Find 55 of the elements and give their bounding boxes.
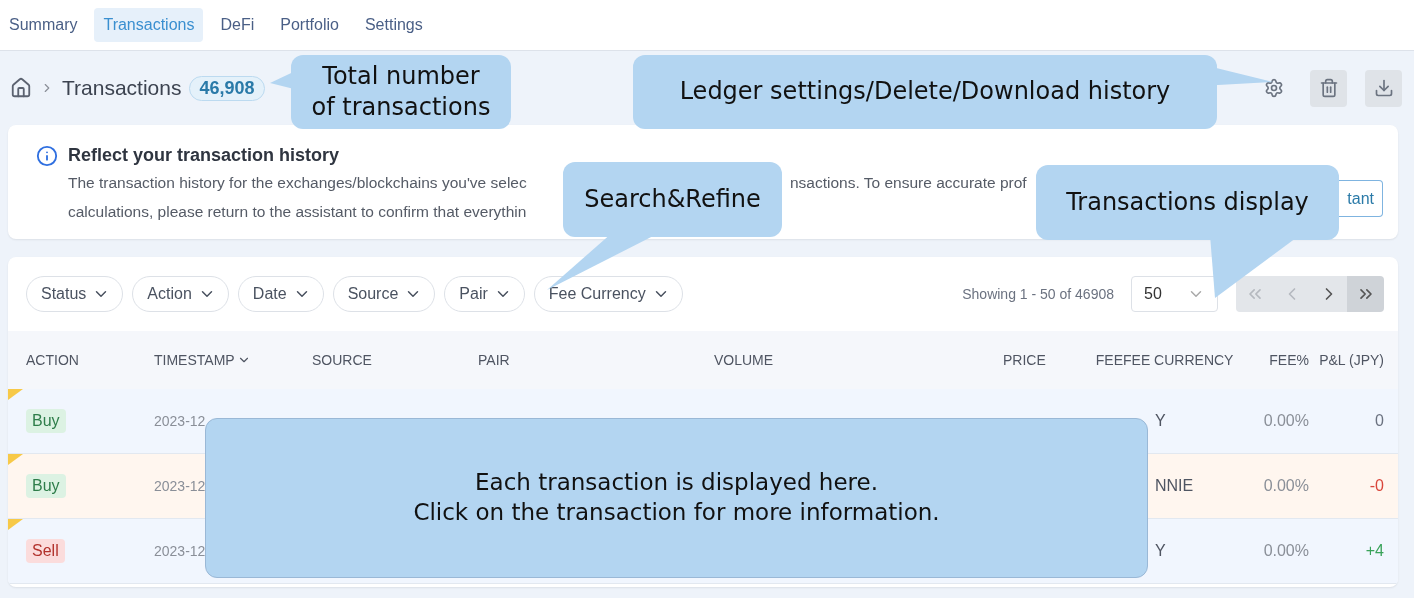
nav-tab[interactable]: Summary <box>0 8 87 42</box>
column-header: P&L (JPY) <box>1318 352 1384 368</box>
callout-tooltip: Total number of transactions <box>291 55 511 129</box>
table-cell: 0 <box>1375 412 1384 430</box>
notice-text: nsactions. To ensure accurate prof <box>790 173 1027 193</box>
table-cell: 0.00% <box>1263 412 1309 430</box>
assistant-button[interactable]: tant <box>1339 180 1383 217</box>
filter-chip[interactable]: Status <box>26 276 124 312</box>
table-cell: 2023-12 <box>154 413 206 429</box>
page-title: Transactions <box>62 76 182 100</box>
table-cell: 0.00% <box>1263 477 1309 495</box>
filter-chip[interactable]: Date <box>237 276 324 312</box>
column-header: FEE <box>1094 352 1123 368</box>
filter-chip[interactable]: Action <box>132 276 229 312</box>
column-header: SOURCE <box>312 352 373 368</box>
table-cell: -0 <box>1369 477 1384 495</box>
action-tag: Buy <box>26 409 66 433</box>
delete-button[interactable] <box>1310 69 1347 107</box>
home-icon[interactable] <box>10 77 32 99</box>
table-cell: 2023-12 <box>154 478 206 494</box>
callout-tooltip: Ledger settings/Delete/Download history <box>633 55 1217 129</box>
nav-tab[interactable]: DeFi <box>211 8 264 42</box>
column-header: VOLUME <box>714 352 775 368</box>
page-size-select[interactable]: 50 <box>1131 276 1218 312</box>
nav-tab[interactable]: Settings <box>355 8 432 42</box>
notice-title: Reflect your transaction history <box>68 145 341 166</box>
column-header: ACTION <box>26 352 80 368</box>
nav-tab[interactable]: Portfolio <box>271 8 348 42</box>
column-header[interactable]: TIMESTAMP <box>154 352 312 368</box>
download-button[interactable] <box>1365 69 1402 107</box>
trash-icon <box>1318 78 1339 98</box>
column-header: PRICE <box>1002 352 1047 368</box>
count-badge: 46,908 <box>189 75 265 101</box>
table-cell: +4 <box>1365 542 1384 560</box>
settings-icon <box>1263 78 1284 98</box>
info-icon <box>36 145 58 167</box>
action-tag: Sell <box>26 539 65 563</box>
download-icon <box>1373 78 1394 98</box>
notice-text: calculations, please return to the assistant to confirm that everythin <box>68 202 527 222</box>
filter-chip[interactable]: Pair <box>444 276 525 312</box>
notice-text: The transaction history for the exchanges/blockchains you've selec <box>68 174 527 191</box>
table-cell: 0.00% <box>1263 542 1309 560</box>
filter-chip[interactable]: Fee Currency <box>533 276 683 312</box>
callout-tooltip: Each transaction is displayed here. Click on the transaction for more information. <box>205 418 1148 578</box>
table-cell: 2023-12 <box>154 543 206 559</box>
table-cell-text: Y <box>1154 542 1166 560</box>
table-cell-text: Y <box>1154 412 1166 430</box>
action-tag: Buy <box>26 474 66 498</box>
column-header: FEE% <box>1268 352 1309 368</box>
column-header: PAIR <box>478 352 511 368</box>
column-header: FEE CURRENCY <box>1123 352 1235 368</box>
table-cell-text: NNIE <box>1154 477 1194 495</box>
last-page-button[interactable] <box>1347 276 1384 312</box>
showing-text: Showing 1 - 50 of 46908 <box>962 286 1114 302</box>
filter-chip[interactable]: Source <box>332 276 436 312</box>
